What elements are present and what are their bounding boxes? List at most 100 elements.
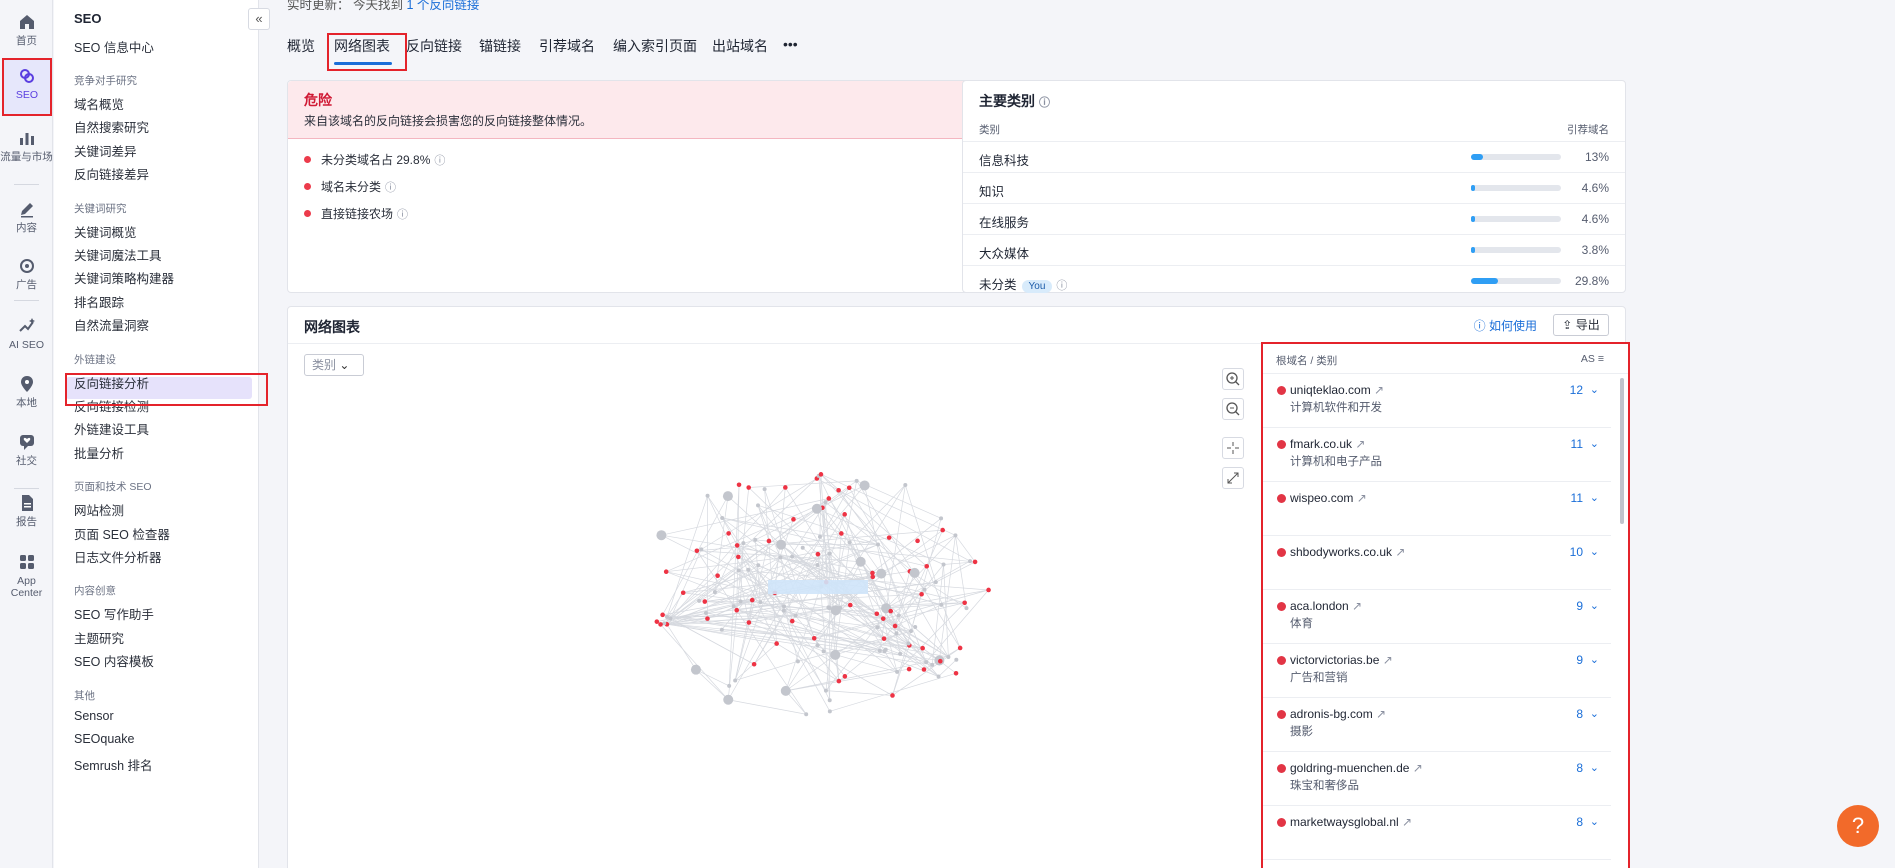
domain-link[interactable]: fmark.co.uk ↗ [1290, 437, 1365, 451]
graph-node[interactable] [734, 543, 740, 548]
rail-item-4[interactable]: 广告 [0, 256, 53, 291]
sidebar-item[interactable]: 自然流量洞察 [74, 315, 149, 334]
sidebar-item[interactable]: SEO 写作助手 [74, 604, 154, 623]
graph-node[interactable] [715, 573, 720, 578]
graph-node[interactable] [758, 600, 763, 605]
chevron-down-icon[interactable]: ⌄ [1590, 707, 1599, 720]
graph-node[interactable] [699, 547, 704, 552]
graph-node[interactable] [665, 615, 670, 620]
graph-node[interactable] [915, 538, 920, 544]
graph-node[interactable] [913, 625, 918, 630]
tab-6[interactable]: 出站域名 [712, 36, 768, 56]
graph-node[interactable] [954, 657, 959, 662]
help-button[interactable]: ? [1837, 805, 1879, 847]
domain-row[interactable]: shbodyworks.co.uk ↗ 10 ⌄ [1263, 536, 1611, 590]
graph-node[interactable] [922, 587, 927, 592]
external-link-icon[interactable]: ↗ [1349, 599, 1362, 613]
domain-link[interactable]: goldring-muenchen.de ↗ [1290, 761, 1423, 775]
rail-item-7[interactable]: 社交 [0, 432, 53, 467]
sidebar-item[interactable]: SEO 内容模板 [74, 651, 154, 670]
sidebar-item[interactable]: 批量分析 [74, 443, 124, 462]
tab-more[interactable]: ••• [783, 36, 798, 52]
graph-node[interactable] [795, 659, 800, 664]
rail-item-6[interactable]: 本地 [0, 374, 53, 409]
graph-node[interactable] [906, 641, 911, 646]
graph-node[interactable] [830, 649, 841, 660]
graph-node[interactable] [919, 591, 924, 597]
graph-node[interactable] [874, 611, 880, 617]
graph-node[interactable] [697, 598, 702, 603]
graph-node[interactable] [842, 674, 848, 679]
external-link-icon[interactable]: ↗ [1371, 383, 1384, 397]
graph-node[interactable] [705, 493, 710, 498]
graph-node[interactable] [898, 651, 903, 656]
graph-node[interactable] [719, 627, 724, 632]
external-link-icon[interactable]: ↗ [1373, 707, 1386, 721]
graph-node[interactable] [930, 662, 935, 667]
external-link-icon[interactable]: ↗ [1352, 437, 1365, 451]
graph-node[interactable] [762, 487, 767, 492]
chevron-down-icon[interactable]: ⌄ [1590, 491, 1599, 504]
graph-node[interactable] [738, 599, 743, 604]
realtime-update-link[interactable]: 1 个反向链接 [406, 0, 479, 12]
sidebar-item[interactable]: Semrush 排名 [74, 755, 153, 774]
info-icon[interactable]: ⓘ [1056, 280, 1067, 292]
graph-node[interactable] [940, 527, 946, 533]
graph-node[interactable] [782, 604, 787, 609]
graph-node[interactable] [815, 563, 820, 568]
sidebar-item[interactable]: 主题研究 [74, 628, 124, 647]
graph-node[interactable] [776, 539, 787, 550]
chevron-down-icon[interactable]: ⌄ [1590, 599, 1599, 612]
graph-node[interactable] [953, 533, 958, 538]
tab-3[interactable]: 锚链接 [479, 36, 521, 56]
rail-item-1[interactable]: SEO [2, 58, 52, 116]
graph-node[interactable] [986, 587, 991, 593]
zoom-in-button[interactable] [1222, 368, 1244, 390]
graph-node[interactable] [854, 478, 859, 483]
graph-node[interactable] [712, 590, 717, 595]
graph-node[interactable] [909, 629, 914, 634]
graph-node[interactable] [694, 548, 700, 554]
graph-node[interactable] [875, 542, 880, 547]
sidebar-item[interactable]: 日志文件分析器 [74, 547, 162, 566]
graph-node[interactable] [968, 559, 973, 564]
graph-node[interactable] [746, 567, 751, 572]
sidebar-item[interactable]: 反向链接差异 [74, 164, 149, 183]
graph-node[interactable] [827, 698, 832, 703]
rail-item-9[interactable]: App Center [0, 552, 53, 599]
graph-node[interactable] [823, 500, 828, 505]
graph-node[interactable] [660, 612, 665, 618]
graph-node[interactable] [751, 661, 757, 667]
domain-row[interactable]: fmark.co.uk ↗ 计算机和电子产品 11 ⌄ [1263, 428, 1611, 482]
domain-link[interactable]: wispeo.com ↗ [1290, 491, 1367, 505]
sidebar-item[interactable]: 关键词魔法工具 [74, 245, 162, 264]
tab-2[interactable]: 反向链接 [406, 36, 462, 56]
graph-node[interactable] [939, 516, 944, 521]
graph-node[interactable] [826, 496, 832, 501]
graph-node[interactable] [703, 610, 708, 615]
sidebar-item[interactable]: 关键词差异 [74, 141, 137, 160]
graph-node[interactable] [727, 683, 732, 688]
graph-node[interactable] [847, 602, 853, 608]
graph-node[interactable] [790, 554, 795, 559]
graph-node[interactable] [746, 485, 751, 490]
graph-node[interactable] [888, 608, 894, 614]
how-to-use-link[interactable]: ⓘ 如何使用 [1474, 317, 1537, 334]
sidebar-item[interactable]: 外链建设工具 [74, 419, 149, 438]
domain-link[interactable]: aca.london ↗ [1290, 599, 1362, 613]
graph-node[interactable] [778, 555, 783, 560]
domain-row[interactable]: wispeo.com ↗ 11 ⌄ [1263, 482, 1611, 536]
graph-node[interactable] [839, 531, 844, 536]
graph-node[interactable] [921, 667, 927, 672]
graph-node[interactable] [781, 608, 786, 613]
graph-node[interactable] [890, 693, 895, 698]
graph-node[interactable] [654, 619, 660, 624]
graph-node[interactable] [877, 648, 882, 653]
sidebar-item[interactable]: SEOquake [74, 732, 134, 746]
graph-node[interactable] [909, 567, 920, 578]
graph-node[interactable] [962, 600, 967, 606]
tab-1[interactable]: 网络图表 [334, 36, 390, 56]
graph-node[interactable] [846, 485, 852, 491]
graph-node[interactable] [722, 491, 733, 502]
rail-item-8[interactable]: 报告 [0, 493, 53, 528]
